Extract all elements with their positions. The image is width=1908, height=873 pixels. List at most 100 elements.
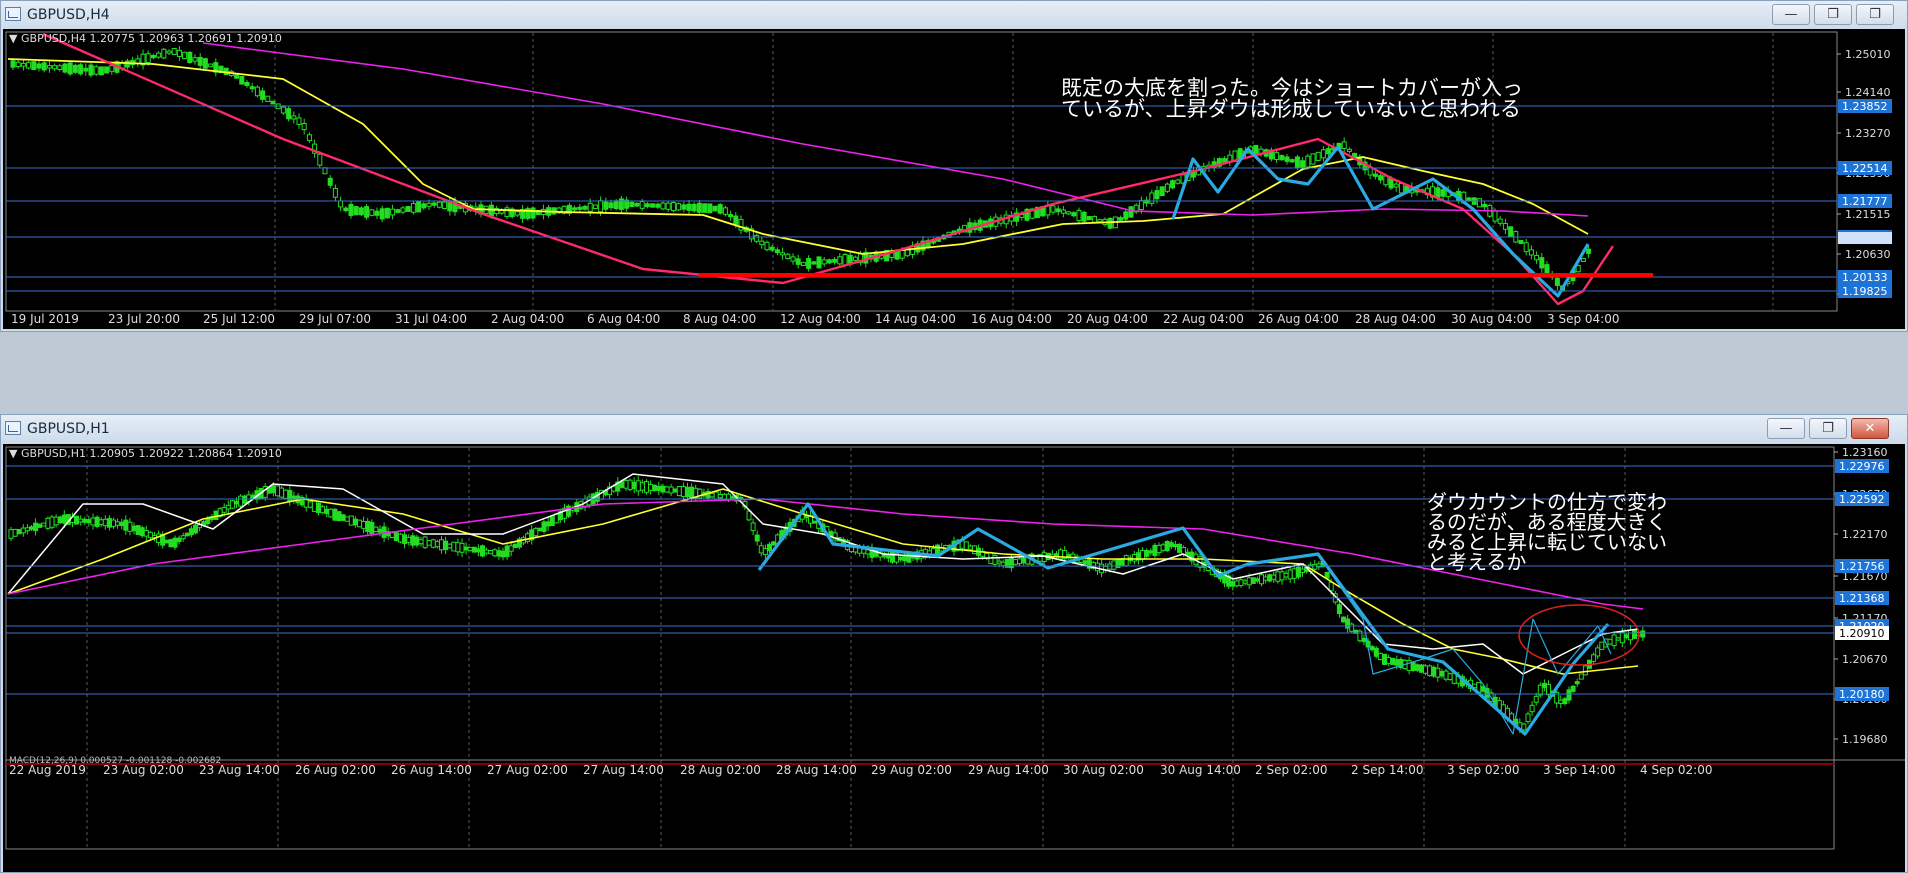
candle xyxy=(680,486,686,498)
candle xyxy=(336,511,342,522)
candle xyxy=(98,519,104,526)
candle xyxy=(767,543,772,552)
minimize-button[interactable]: — xyxy=(1767,418,1805,439)
candle xyxy=(1346,148,1352,152)
candle xyxy=(721,493,727,500)
candle xyxy=(328,508,334,518)
price-tag-label: 1.20180 xyxy=(1839,688,1885,701)
chart-window-icon xyxy=(5,421,21,435)
candle xyxy=(78,518,84,523)
candle xyxy=(67,62,73,75)
candle xyxy=(229,500,235,509)
candle xyxy=(238,495,244,507)
candle xyxy=(1246,577,1252,586)
candle xyxy=(202,58,208,69)
candle xyxy=(430,539,436,548)
time-axis-label: 23 Aug 02:00 xyxy=(103,763,184,777)
price-chart-h1[interactable]: 1.231601.226701.221701.216701.211701.206… xyxy=(3,444,1905,872)
candle xyxy=(127,521,133,532)
chart-canvas[interactable]: 1.250101.241401.232701.223901.215151.206… xyxy=(3,29,1905,329)
candle xyxy=(1175,179,1181,184)
candle xyxy=(1336,604,1342,615)
candle xyxy=(94,516,100,527)
candle xyxy=(1544,264,1550,274)
candle xyxy=(1250,577,1256,584)
candle xyxy=(344,516,350,522)
restore-button[interactable]: ❐ xyxy=(1814,4,1852,25)
candle xyxy=(402,534,408,545)
minimize-button[interactable]: — xyxy=(1772,4,1810,25)
close-button[interactable]: ✕ xyxy=(1851,418,1889,439)
candle xyxy=(504,545,510,557)
candle xyxy=(436,201,442,208)
candle xyxy=(1390,657,1396,665)
candle xyxy=(384,207,390,219)
candle xyxy=(676,203,682,211)
candle xyxy=(702,203,708,213)
candle xyxy=(660,485,666,493)
candle xyxy=(119,521,125,527)
titlebar[interactable]: GBPUSD,H1 — ❐ ✕ xyxy=(1,415,1907,443)
candle xyxy=(1274,152,1280,161)
candle xyxy=(623,480,629,489)
candle xyxy=(1435,187,1441,198)
time-axis-label: 3 Sep 02:00 xyxy=(1447,763,1519,777)
candle xyxy=(1154,190,1160,200)
candle xyxy=(764,241,770,251)
candle xyxy=(270,100,276,105)
candle xyxy=(500,550,506,558)
candle xyxy=(192,57,198,62)
candle xyxy=(1541,682,1547,688)
candle xyxy=(317,153,323,166)
candle xyxy=(156,52,162,58)
candle xyxy=(33,522,39,532)
candle xyxy=(639,482,645,491)
candle xyxy=(1378,175,1384,181)
candle xyxy=(176,537,182,543)
candle xyxy=(306,134,312,141)
candle xyxy=(676,485,682,497)
candle xyxy=(508,545,514,552)
candle xyxy=(197,56,203,66)
price-chart-h4[interactable]: 1.250101.241401.232701.223901.215151.206… xyxy=(3,29,1905,329)
candle xyxy=(496,550,502,557)
candle xyxy=(992,555,998,565)
candle xyxy=(1000,561,1006,567)
candle xyxy=(650,203,656,208)
candle xyxy=(1320,149,1326,159)
candle xyxy=(525,533,531,542)
candle xyxy=(655,203,661,208)
restore-button-2[interactable]: ❐ xyxy=(1856,4,1894,25)
candle xyxy=(340,514,346,521)
time-axis-label: 8 Aug 04:00 xyxy=(683,312,756,326)
candle xyxy=(1095,562,1100,572)
candle xyxy=(395,209,401,213)
candle xyxy=(1263,576,1269,581)
chart-canvas[interactable]: 1.231601.226701.221701.216701.211701.206… xyxy=(3,444,1905,872)
candle xyxy=(635,480,641,492)
candle xyxy=(283,489,289,499)
candle xyxy=(348,204,354,216)
candle xyxy=(332,187,338,198)
candle xyxy=(1168,542,1174,547)
candle xyxy=(102,518,108,527)
candle xyxy=(1435,667,1441,678)
ma-magenta xyxy=(7,498,1644,610)
candle xyxy=(1492,210,1498,222)
candle xyxy=(1508,226,1514,237)
candle xyxy=(369,209,375,216)
restore-button[interactable]: ❐ xyxy=(1809,418,1847,439)
candle xyxy=(455,542,461,553)
titlebar[interactable]: GBPUSD,H4 — ❐ ❐ xyxy=(1,1,1907,29)
candle xyxy=(762,548,768,556)
candle xyxy=(1580,258,1586,262)
candle xyxy=(41,522,47,527)
candle xyxy=(451,541,457,552)
candle xyxy=(1156,544,1162,554)
candle xyxy=(1123,555,1129,567)
candle xyxy=(431,202,437,206)
candle xyxy=(898,556,904,561)
time-axis-label: 23 Aug 14:00 xyxy=(199,763,280,777)
time-axis-label: 28 Aug 04:00 xyxy=(1355,312,1436,326)
candle xyxy=(1497,218,1503,224)
